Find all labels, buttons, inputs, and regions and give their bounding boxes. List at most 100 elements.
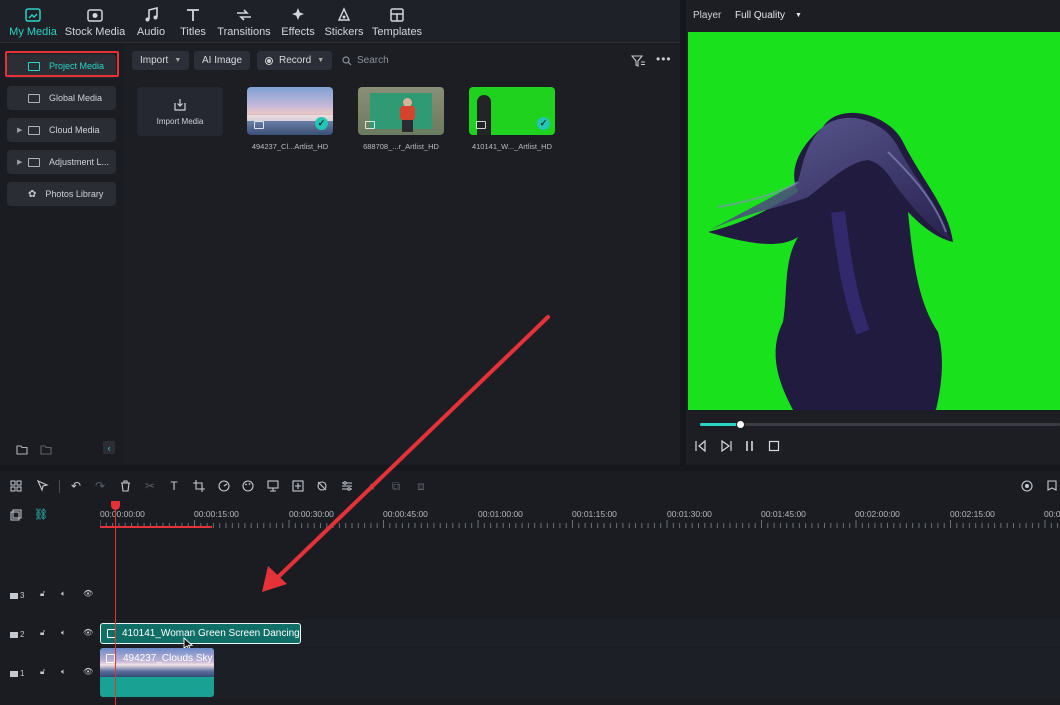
tab-my-media[interactable]: My Media bbox=[8, 0, 58, 38]
media-thumb-clouds[interactable]: ✓ bbox=[247, 87, 333, 135]
redo-icon[interactable]: ↷ bbox=[93, 479, 107, 493]
speed-icon[interactable] bbox=[217, 479, 231, 493]
add-track-icon[interactable] bbox=[10, 508, 22, 526]
record-button[interactable]: Record ▼ bbox=[257, 51, 333, 70]
media-thumb-man[interactable] bbox=[358, 87, 444, 135]
sidebar-item-adjustment-layer[interactable]: ▶ Adjustment L... bbox=[7, 150, 116, 174]
layout-grid-icon[interactable] bbox=[9, 479, 23, 493]
quality-value: Full Quality bbox=[735, 10, 786, 21]
speaker-icon[interactable]: 🔈︎ bbox=[61, 667, 66, 677]
speaker-icon[interactable]: 🔈︎ bbox=[61, 589, 66, 599]
chevron-down-icon: ▼ bbox=[795, 12, 802, 19]
stickers-icon bbox=[334, 7, 354, 23]
ruler-label: 00:01:00:00 bbox=[478, 509, 523, 519]
frame-icon[interactable] bbox=[291, 479, 305, 493]
dancer-silhouette bbox=[708, 112, 953, 410]
delete-icon[interactable] bbox=[118, 479, 132, 493]
search-placeholder: Search bbox=[357, 55, 389, 66]
eye-icon[interactable]: 👁︎ bbox=[83, 589, 93, 598]
step-back-icon[interactable] bbox=[695, 439, 707, 455]
import-button[interactable]: Import ▼ bbox=[132, 51, 190, 70]
detach-icon[interactable]: ⧉ bbox=[389, 479, 403, 493]
tab-titles[interactable]: Titles bbox=[176, 0, 210, 38]
import-icon bbox=[174, 98, 186, 111]
more-options-icon[interactable]: ••• bbox=[656, 52, 672, 66]
pause-icon[interactable] bbox=[744, 440, 756, 455]
media-thumb-woman-green[interactable]: ✓ bbox=[469, 87, 555, 135]
sidebar-item-photos-library[interactable]: ✿ Photos Library bbox=[7, 182, 116, 206]
sidebar-item-project-media[interactable]: Project Media bbox=[7, 54, 116, 78]
sidebar-item-cloud-media[interactable]: ▶ Cloud Media bbox=[7, 118, 116, 142]
audio-split-icon[interactable]: ♫ bbox=[364, 479, 378, 493]
player-label: Player bbox=[693, 10, 722, 21]
player-header: Player Full Quality ▼ bbox=[686, 0, 1060, 32]
filter-icon[interactable] bbox=[630, 54, 645, 72]
ruler-label: 00:01:30:00 bbox=[667, 509, 712, 519]
playhead-line[interactable] bbox=[115, 503, 116, 705]
player-panel: Player Full Quality ▼ bbox=[686, 0, 1060, 465]
track-row-1[interactable] bbox=[100, 648, 1060, 699]
stock-media-icon bbox=[85, 7, 105, 23]
video-icon bbox=[476, 121, 486, 129]
select-cursor-icon[interactable] bbox=[36, 479, 50, 493]
track-row-3[interactable] bbox=[100, 572, 1060, 616]
collapse-sidebar-icon[interactable]: ‹ bbox=[103, 441, 115, 454]
video-preview[interactable] bbox=[688, 32, 1060, 410]
stamp-icon[interactable] bbox=[266, 479, 280, 493]
tab-stock-media[interactable]: Stock Media bbox=[64, 0, 126, 38]
tab-effects[interactable]: Effects bbox=[279, 0, 317, 38]
quality-select[interactable]: Full Quality ▼ bbox=[735, 10, 802, 21]
import-media-card[interactable]: Import Media bbox=[137, 87, 223, 136]
tab-transitions[interactable]: Transitions bbox=[216, 0, 272, 38]
media-panel: My Media Stock Media Audio Titles Transi… bbox=[0, 0, 680, 465]
tab-label: Audio bbox=[136, 26, 166, 38]
video-track-icon bbox=[10, 670, 18, 677]
effects-icon bbox=[288, 7, 308, 23]
tab-templates[interactable]: Templates bbox=[371, 0, 423, 38]
timeline-ruler[interactable]: ⛓ 00:00:00:00 00:00:15:00 00:00:30:00 00… bbox=[0, 503, 1060, 528]
search-input[interactable]: Search bbox=[342, 51, 622, 70]
text-icon[interactable]: T bbox=[167, 479, 181, 493]
stop-icon[interactable] bbox=[768, 440, 780, 455]
ai-image-button[interactable]: AI Image bbox=[194, 51, 251, 70]
expand-arrow-icon[interactable]: ▶ bbox=[17, 126, 22, 134]
progress-knob[interactable] bbox=[735, 420, 745, 429]
sidebar-item-global-media[interactable]: Global Media bbox=[7, 86, 116, 110]
track-number: 2 bbox=[20, 630, 25, 639]
toolbar-divider bbox=[59, 480, 60, 493]
tab-label: Titles bbox=[180, 26, 206, 38]
playhead-handle[interactable] bbox=[111, 501, 120, 510]
photos-icon: ✿ bbox=[28, 188, 37, 200]
mask-icon[interactable] bbox=[315, 479, 329, 493]
media-toolbar: Import ▼ AI Image Record ▼ Search ••• bbox=[124, 43, 680, 77]
clip-label: 494237_Clouds Sky bbox=[123, 653, 213, 664]
folder-outline-icon[interactable] bbox=[40, 442, 52, 460]
clip-clouds-sky[interactable]: 494237_Clouds Sky bbox=[100, 648, 214, 697]
playback-progress[interactable] bbox=[700, 420, 1060, 429]
cut-icon[interactable]: ✂ bbox=[143, 479, 157, 493]
new-folder-icon[interactable] bbox=[16, 442, 28, 460]
tab-label: Templates bbox=[371, 26, 423, 38]
expand-arrow-icon[interactable]: ▶ bbox=[17, 158, 22, 166]
tab-audio[interactable]: Audio bbox=[133, 0, 169, 38]
clip-woman-green-screen[interactable]: 410141_Woman Green Screen Dancing bbox=[100, 623, 301, 644]
lock-icon[interactable]: 🔓︎ bbox=[40, 667, 45, 677]
tab-stickers[interactable]: Stickers bbox=[323, 0, 365, 38]
crop-icon[interactable] bbox=[192, 479, 206, 493]
color-palette-icon[interactable] bbox=[241, 479, 255, 493]
link-icon[interactable]: ⛓ bbox=[34, 508, 48, 521]
lock-icon[interactable]: 🔓︎ bbox=[40, 589, 45, 599]
eye-icon[interactable]: 👁︎ bbox=[83, 628, 93, 637]
tab-label: Stock Media bbox=[64, 26, 126, 38]
eye-icon[interactable]: 👁︎ bbox=[83, 667, 93, 676]
marker-icon[interactable] bbox=[1045, 479, 1059, 493]
transitions-icon bbox=[234, 7, 254, 23]
lock-icon[interactable]: 🔓︎ bbox=[40, 628, 45, 638]
play-icon[interactable] bbox=[720, 439, 732, 455]
tab-label: Stickers bbox=[324, 26, 364, 38]
undo-icon[interactable]: ↶ bbox=[69, 479, 83, 493]
adjust-icon[interactable] bbox=[340, 479, 354, 493]
speaker-icon[interactable]: 🔈︎ bbox=[61, 628, 66, 638]
group-icon[interactable]: ⧈ bbox=[414, 479, 428, 493]
render-icon[interactable] bbox=[1020, 479, 1034, 493]
